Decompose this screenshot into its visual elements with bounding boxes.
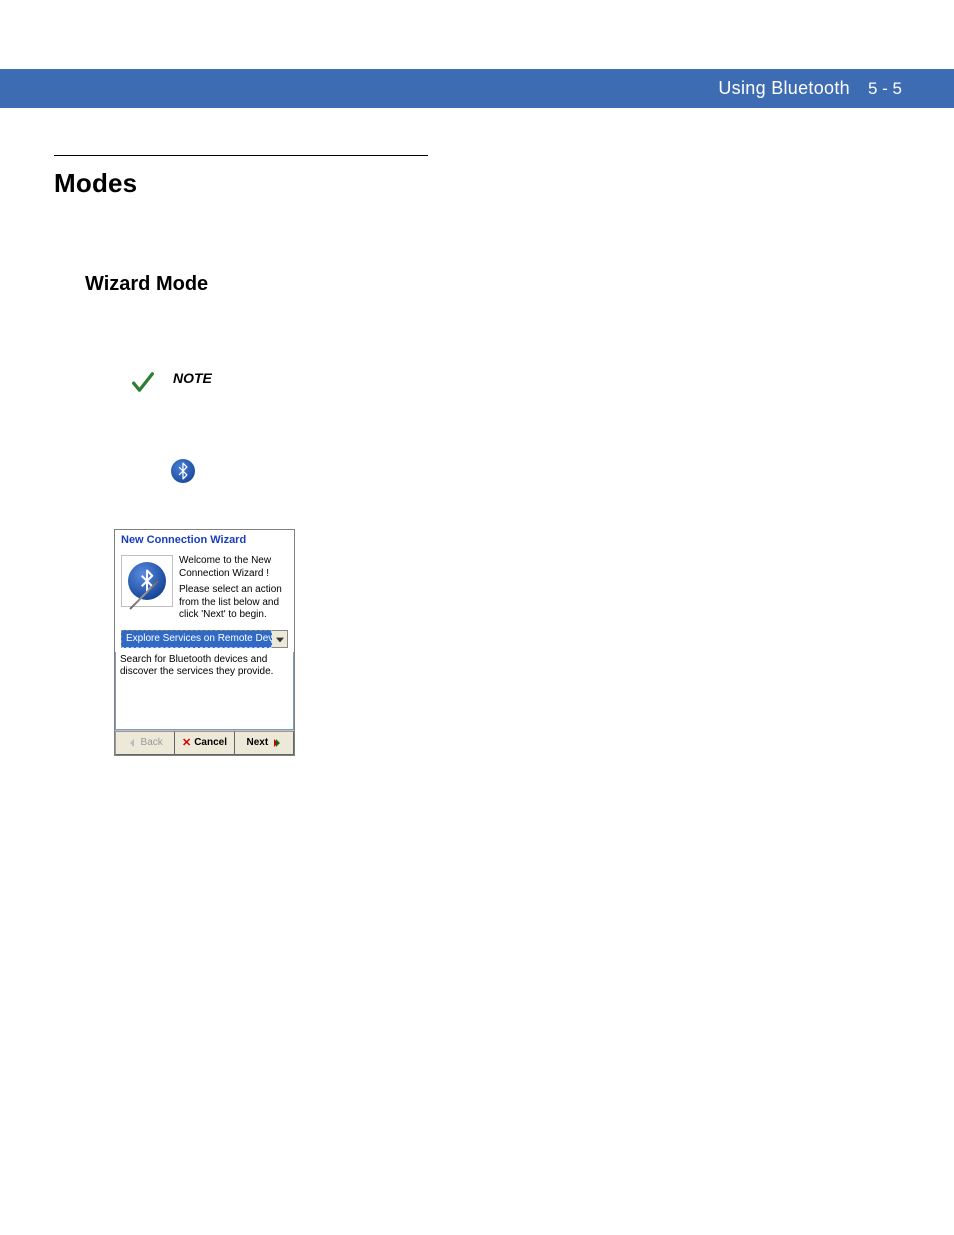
header-page-number: 5 - 5	[868, 79, 902, 99]
wizard-button-bar: Back ✕ Cancel Next	[115, 730, 294, 755]
next-label: Next	[246, 737, 268, 748]
page-header: Using Bluetooth 5 - 5	[0, 69, 954, 108]
dropdown-button[interactable]	[272, 630, 288, 648]
x-icon: ✕	[182, 736, 191, 749]
checkmark-icon	[129, 368, 157, 396]
section-rule	[54, 155, 428, 156]
wizard-welcome: Welcome to the New Connection Wizard !	[179, 555, 288, 580]
chevron-down-icon	[276, 630, 284, 648]
wizard-action-select[interactable]: Explore Services on Remote Device	[121, 630, 288, 648]
bluetooth-icon	[171, 459, 195, 483]
arrow-right-icon	[271, 738, 281, 748]
wizard-title: New Connection Wizard	[115, 530, 294, 549]
header-title: Using Bluetooth	[718, 78, 850, 99]
back-label: Back	[141, 737, 163, 748]
note-label: NOTE	[173, 370, 212, 386]
next-button[interactable]: Next	[235, 731, 294, 755]
wizard-instruction: Please select an action from the list be…	[179, 584, 288, 622]
wizard-body: Welcome to the New Connection Wizard ! P…	[115, 549, 294, 652]
wizard-select-value[interactable]: Explore Services on Remote Device	[121, 630, 272, 648]
back-button[interactable]: Back	[115, 731, 175, 755]
wizard-description: Search for Bluetooth devices and discove…	[115, 652, 294, 730]
arrow-left-icon	[128, 738, 138, 748]
cancel-button[interactable]: ✕ Cancel	[175, 731, 234, 755]
wizard-intro-text: Welcome to the New Connection Wizard ! P…	[179, 555, 288, 626]
bluetooth-logo-icon	[128, 562, 166, 600]
subsection-title: Wizard Mode	[85, 273, 208, 296]
new-connection-wizard-dialog: New Connection Wizard Welcome to the New…	[114, 529, 295, 756]
section-title: Modes	[54, 168, 137, 199]
cancel-label: Cancel	[194, 737, 227, 748]
wizard-logo	[121, 555, 173, 607]
